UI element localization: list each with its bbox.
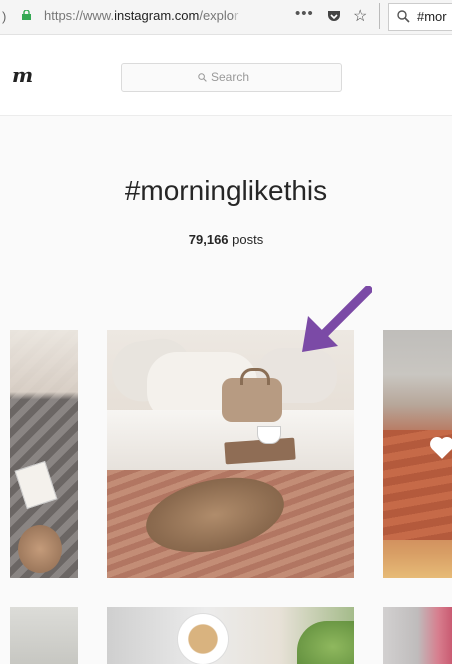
arrow-icon [302,286,372,352]
photo-detail [257,426,281,444]
browser-search-box[interactable]: #mor [388,3,452,31]
posts-count-line: 79,166 posts [0,232,452,247]
menu-dots-icon[interactable]: ••• [295,5,314,22]
search-icon [198,73,207,82]
post-thumbnail-knit-blanket[interactable] [10,330,78,578]
address-bar[interactable]: https://www.instagram.com/explor [44,8,264,23]
lock-icon [22,10,31,20]
post-thumbnail-flowers[interactable] [383,607,452,664]
star-icon[interactable]: ☆ [353,6,367,26]
browser-toolbar: ) https://www.instagram.com/explor ••• ☆… [0,0,452,35]
toolbar-divider [379,3,380,29]
search-placeholder: Search [211,70,250,84]
post-thumbnail-cat-bed[interactable] [107,330,354,578]
instagram-header: m Search [0,35,452,116]
url-fade: r [234,8,239,23]
photo-detail [222,368,282,422]
url-prefix: https://www. [44,8,115,23]
photo-detail [177,613,229,664]
post-thumbnail-rooftops[interactable] [383,330,452,578]
url-path: /explo [199,8,235,23]
browser-search-text: #mor [417,9,447,24]
search-icon [397,10,410,23]
search-input[interactable]: Search [121,63,342,92]
photo-detail [297,621,354,664]
posts-count: 79,166 [188,232,229,247]
post-thumbnail-coffee[interactable] [107,607,354,664]
photo-detail [14,461,58,509]
post-thumbnail-row2-left[interactable] [10,607,78,664]
posts-label: posts [232,232,264,247]
url-domain: instagram.com [114,8,200,23]
pocket-icon[interactable] [327,9,341,23]
hashtag-title: #morninglikethis [124,175,328,206]
photo-detail [18,525,62,573]
instagram-logo[interactable]: m [12,63,33,87]
back-glyph-icon[interactable]: ) [2,9,6,24]
